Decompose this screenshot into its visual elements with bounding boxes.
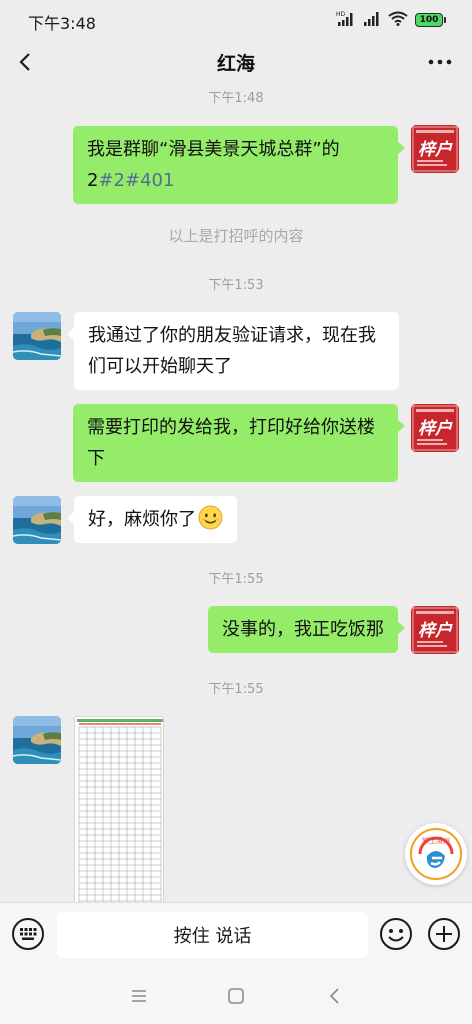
- message-bubble-mine[interactable]: 需要打印的发给我，打印好给你送楼下: [73, 404, 405, 482]
- smile-emoji-icon: [198, 505, 223, 530]
- my-avatar[interactable]: [411, 404, 459, 452]
- input-bar: 按住 说话: [0, 902, 472, 968]
- back-button[interactable]: [10, 46, 42, 78]
- menu-button[interactable]: [127, 984, 151, 1008]
- battery-icon: 100: [415, 13, 446, 27]
- sea-avatar-image: [13, 496, 61, 544]
- chat-area[interactable]: 下午1:48 我是群聊“滑县美景天城总群”的2#2#401 以上是打招呼的内容 …: [0, 84, 472, 902]
- back-nav-icon: [329, 988, 339, 1004]
- hold-to-talk-label: 按住 说话: [173, 926, 252, 947]
- chat-header: 红海: [0, 40, 472, 84]
- more-actions-button[interactable]: [427, 917, 461, 951]
- timestamp: 下午1:48: [208, 91, 264, 106]
- signal-icon-2: [363, 10, 381, 30]
- my-avatar[interactable]: [411, 125, 459, 173]
- message-text: 好，麻烦你了: [88, 509, 196, 530]
- my-avatar[interactable]: [411, 606, 459, 654]
- keyboard-icon: [12, 918, 44, 950]
- seal-avatar-image: [411, 125, 459, 173]
- badge-text: 掌上滑州: [422, 836, 450, 845]
- network-label: HD: [336, 11, 346, 18]
- floating-app-badge[interactable]: 掌上滑州: [405, 823, 467, 885]
- contact-avatar[interactable]: [13, 716, 61, 764]
- battery-tip: [444, 17, 446, 23]
- sea-avatar-image: [13, 716, 61, 764]
- contact-avatar[interactable]: [13, 312, 61, 360]
- status-indicators: HD 100: [336, 11, 446, 29]
- nav-back-button[interactable]: [323, 984, 347, 1008]
- signal-icon-1: HD: [336, 10, 356, 30]
- emoji-button[interactable]: [379, 917, 413, 951]
- sea-avatar-image: [13, 312, 61, 360]
- timestamp: 下午1:53: [208, 278, 264, 293]
- emoji-icon: [380, 918, 412, 950]
- message-bubble-other[interactable]: 好，麻烦你了: [67, 496, 237, 543]
- message-bubble-mine[interactable]: 没事的，我正吃饭那: [208, 606, 405, 653]
- hold-to-talk-button[interactable]: 按住 说话: [57, 912, 368, 958]
- back-arrow-icon: [19, 53, 30, 71]
- plus-icon: [428, 918, 460, 950]
- image-message[interactable]: [74, 716, 164, 902]
- spreadsheet-thumbnail: [75, 717, 163, 902]
- system-message: 以上是打招呼的内容: [168, 227, 304, 245]
- battery-level: 100: [415, 13, 443, 27]
- more-button[interactable]: [422, 46, 458, 78]
- home-icon: [228, 988, 244, 1004]
- seal-avatar-image: [411, 404, 459, 452]
- message-bubble-other[interactable]: 我通过了你的朋友验证请求，现在我们可以开始聊天了: [67, 312, 399, 390]
- timestamp: 下午1:55: [208, 682, 264, 697]
- more-icon: [428, 59, 452, 65]
- app-logo-icon: 掌上滑州: [410, 828, 462, 880]
- status-time: 下午3:48: [28, 14, 96, 33]
- timestamp: 下午1:55: [208, 572, 264, 587]
- system-nav-bar: [0, 968, 472, 1024]
- menu-icon: [132, 990, 146, 1002]
- message-tag-link[interactable]: #2#401: [98, 170, 174, 191]
- seal-avatar-image: [411, 606, 459, 654]
- keyboard-button[interactable]: [11, 917, 45, 951]
- contact-avatar[interactable]: [13, 496, 61, 544]
- status-bar: 下午3:48 HD 100: [0, 0, 472, 40]
- message-bubble-mine[interactable]: 我是群聊“滑县美景天城总群”的2#2#401: [73, 126, 405, 204]
- chat-title: 红海: [216, 53, 255, 75]
- home-button[interactable]: [224, 984, 248, 1008]
- wifi-icon: [388, 10, 408, 30]
